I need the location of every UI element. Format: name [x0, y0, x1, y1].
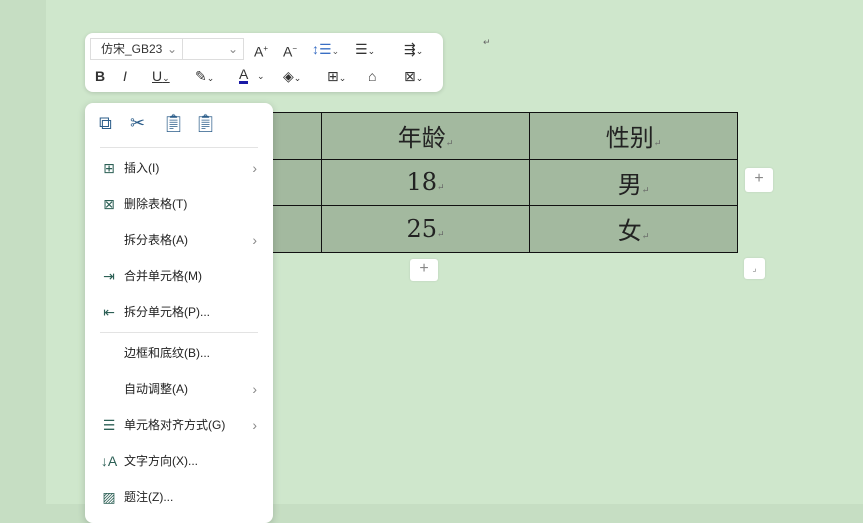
bold-button[interactable]: B	[95, 66, 105, 86]
cell-text: 性别	[605, 124, 654, 153]
table-cell[interactable]: 25↵	[321, 205, 530, 253]
table-cell[interactable]: 年龄↵	[321, 112, 530, 160]
decrease-font-icon[interactable]: A−	[283, 39, 297, 60]
cell-text: 男	[617, 170, 642, 199]
font-name-select[interactable]: 仿宋_GB23 ⌄	[90, 38, 183, 60]
cut-icon[interactable]: ✂	[130, 113, 145, 134]
cell-text: 年龄	[397, 124, 446, 153]
menu-item-label: 自动调整(A)	[124, 382, 188, 396]
menu-item-label: 文字方向(X)...	[124, 454, 198, 468]
copy-icon[interactable]: ⧉	[99, 113, 112, 134]
floating-toolbar: 仿宋_GB23 ⌄ ⌄ A+ A− ↕☰⌄ ☰⌄ ⇶⌄ B I U⌄ ✎⌄ A ⌄…	[85, 33, 443, 92]
format-painter-icon[interactable]: ⌂	[368, 66, 376, 86]
underline-button[interactable]: U⌄	[152, 66, 170, 86]
menu-item[interactable]: ⊠ 删除表格(T)	[85, 188, 273, 220]
menu-item-label: 拆分单元格(P)...	[124, 305, 210, 319]
highlight-icon[interactable]: ✎⌄	[195, 66, 214, 86]
chevron-right-icon: ›	[252, 160, 257, 176]
align-icon[interactable]: ☰⌄	[355, 39, 375, 59]
cell-text: 18	[406, 168, 437, 197]
divider	[100, 332, 258, 333]
cell-text: 25	[406, 214, 437, 243]
chevron-right-icon: ›	[252, 232, 257, 248]
menu-item-label: 题注(Z)...	[124, 490, 174, 504]
paste-special-icon[interactable]: 📋︎	[194, 113, 217, 134]
add-column-button[interactable]: +	[745, 168, 773, 192]
paragraph-mark: ↵	[483, 37, 491, 47]
menu-item-icon: ▨	[102, 489, 116, 505]
menu-item-icon: ☰	[102, 417, 116, 433]
table-cell[interactable]: 男↵	[529, 158, 738, 206]
menu-item[interactable]: ⊞ 插入(I) ›	[85, 152, 273, 184]
divider	[100, 147, 258, 148]
line-spacing-icon[interactable]: ↕☰⌄	[312, 39, 339, 59]
borders-icon[interactable]: ⊞⌄	[327, 66, 346, 86]
menu-item[interactable]: ▨ 题注(Z)...	[85, 481, 273, 513]
menu-item-icon: ⊞	[103, 160, 115, 176]
menu-item-icon: ↓A	[100, 453, 118, 469]
shading-icon[interactable]: ◈⌄	[283, 66, 301, 86]
menu-item-icon: ⇥	[103, 268, 115, 284]
menu-item[interactable]: ⇥ 合并单元格(M)	[85, 260, 273, 292]
menu-item[interactable]: ☰ 单元格对齐方式(G) ›	[85, 409, 273, 441]
chevron-right-icon: ›	[252, 417, 257, 433]
menu-item[interactable]: 自动调整(A) ›	[85, 373, 273, 405]
chevron-right-icon: ›	[252, 381, 257, 397]
menu-item-label: 边框和底纹(B)...	[124, 346, 210, 360]
paste-icon[interactable]: 📋︎	[162, 113, 185, 134]
table-cell[interactable]: 18↵	[321, 158, 530, 206]
menu-item[interactable]: ↓A 文字方向(X)...	[85, 445, 273, 477]
paragraph-icon[interactable]: ⇶⌄	[404, 39, 423, 59]
menu-item-icon: ⊠	[103, 196, 115, 212]
delete-table-icon[interactable]: ⊠⌄	[404, 66, 423, 86]
increase-font-icon[interactable]: A+	[254, 39, 268, 60]
menu-item-label: 拆分表格(A)	[124, 233, 188, 247]
menu-item[interactable]: 拆分表格(A) ›	[85, 224, 273, 256]
context-menu: ⧉ ✂ 📋︎ 📋︎ ⊞ 插入(I) › ⊠ 删除表格(T) 拆分表格(A) › ⇥ 合并单元格(…	[85, 103, 273, 523]
menu-item-label: 插入(I)	[124, 161, 160, 175]
add-row-button[interactable]: +	[410, 259, 438, 281]
menu-item[interactable]: 边框和底纹(B)...	[85, 337, 273, 369]
resize-table-handle[interactable]: ⌟	[744, 258, 765, 279]
menu-item[interactable]: ⇤ 拆分单元格(P)...	[85, 296, 273, 328]
italic-button[interactable]: I	[123, 66, 127, 86]
menu-item-label: 合并单元格(M)	[124, 269, 202, 283]
font-color-button[interactable]: A	[239, 66, 249, 84]
table-cell[interactable]: 性别↵	[529, 112, 738, 160]
table-cell[interactable]: 女↵	[529, 205, 738, 253]
font-size-select[interactable]: ⌄	[182, 38, 244, 60]
cell-text: 女	[617, 217, 642, 246]
menu-item-icon: ⇤	[103, 304, 115, 320]
menu-item-label: 删除表格(T)	[124, 197, 188, 211]
font-color-dropdown-icon[interactable]: ⌄	[257, 66, 265, 86]
menu-item-label: 单元格对齐方式(G)	[124, 418, 226, 432]
